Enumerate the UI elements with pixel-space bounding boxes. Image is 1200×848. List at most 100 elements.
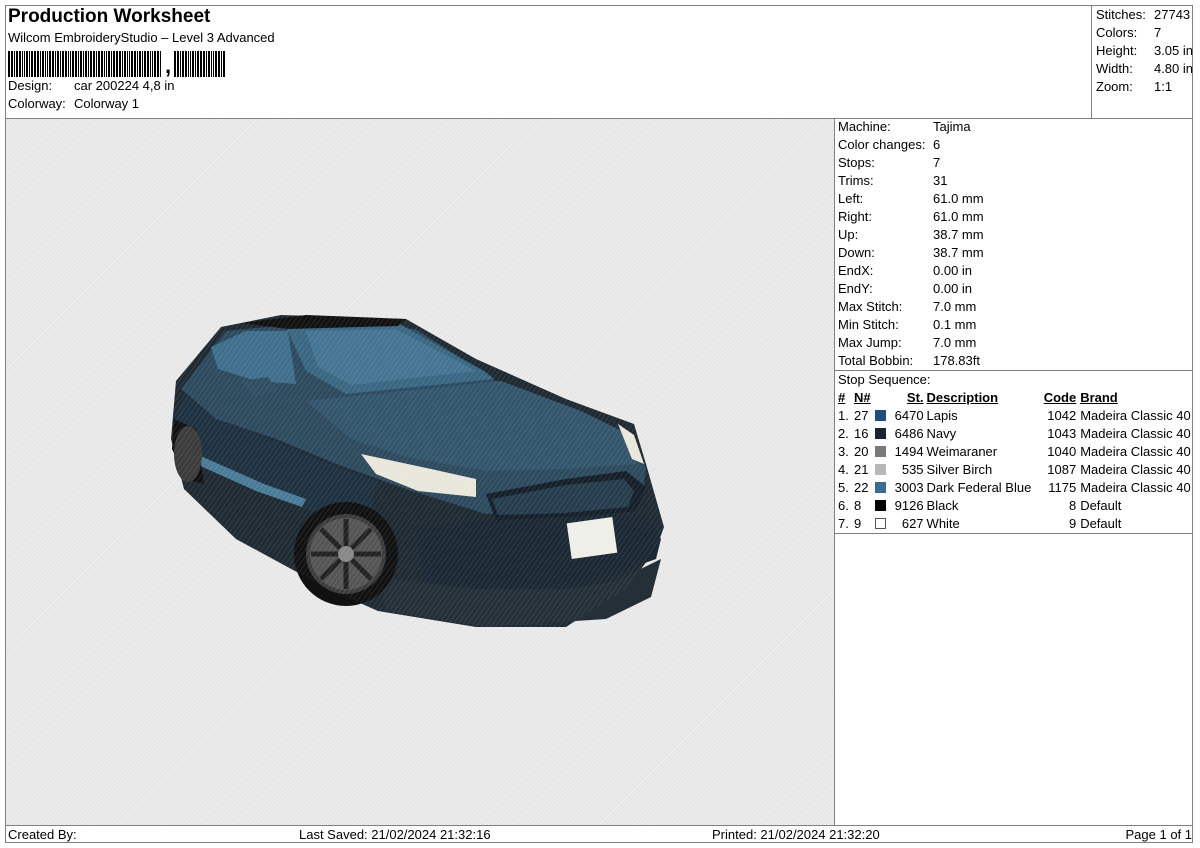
- barcode-bar: [160, 51, 161, 77]
- info-row: Down: 38.7 mm: [838, 244, 1188, 262]
- barcode-bar: [85, 51, 87, 77]
- col-header: Description: [926, 390, 999, 405]
- colorway-value: Colorway 1: [74, 96, 140, 111]
- info-label: Left:: [838, 191, 864, 206]
- panel-divider: [834, 119, 835, 825]
- barcode-bar: [147, 51, 149, 77]
- barcode-bar: [223, 51, 226, 77]
- thread-code: 9: [1068, 516, 1077, 531]
- stitch-count: 535: [901, 462, 924, 477]
- info-row: Min Stitch: 0.1 mm: [838, 316, 1188, 334]
- barcode-bar: [200, 51, 203, 77]
- barcode-bar: [211, 51, 213, 77]
- info-value: 61.0 mm: [933, 209, 984, 224]
- table-row: 1. 27 6470 Lapis 1042 Madeira Classic 40: [838, 407, 1192, 425]
- barcode-bar: [111, 51, 112, 77]
- thread-color-swatch: [875, 464, 887, 475]
- car-embroidery-image: [171, 315, 664, 627]
- info-value: 7.0 mm: [933, 299, 977, 314]
- stop-sequence-heading: Stop Sequence:: [838, 372, 931, 387]
- barcode-bar: [14, 51, 15, 77]
- barcode-bar: [106, 51, 107, 77]
- info-value: 0.00 in: [933, 281, 973, 296]
- barcode-bar: [142, 51, 143, 77]
- footer-divider: [5, 825, 1193, 826]
- info-row: Machine: Tajima: [838, 118, 1188, 136]
- barcode-bar: [139, 51, 141, 77]
- thread-brand: Default: [1080, 516, 1122, 531]
- barcode-bar: [122, 51, 123, 77]
- thread-code: 1043: [1047, 426, 1077, 441]
- info-row: EndX: 0.00 in: [838, 262, 1188, 280]
- info-value: 31: [933, 173, 948, 188]
- barcode-bar: [80, 51, 82, 77]
- thread-code: 1175: [1048, 480, 1077, 495]
- barcode-bar: [144, 51, 146, 77]
- barcode-bar: [218, 51, 221, 77]
- stitch-count: 1494: [894, 444, 924, 459]
- info-label: Color changes:: [838, 137, 926, 152]
- colorway-label: Colorway:: [8, 96, 66, 111]
- barcode-bar: [42, 51, 44, 77]
- color-swatch: [875, 443, 890, 461]
- info-label: Trims:: [838, 173, 874, 188]
- printed-date: Printed: 21/02/2024 21:32:20: [712, 827, 880, 842]
- info-row: Right: 61.0 mm: [838, 208, 1188, 226]
- barcode-bar: [152, 51, 153, 77]
- thread-brand: Madeira Classic 40: [1080, 444, 1191, 459]
- info-row: Stops: 7: [838, 154, 1188, 172]
- color-swatch: [875, 425, 890, 443]
- info-row: Max Jump: 7.0 mm: [838, 334, 1188, 352]
- info-value: 0.00 in: [933, 263, 973, 278]
- thread-color-swatch: [875, 500, 887, 511]
- page-number: Page 1 of 1: [1125, 827, 1193, 842]
- color-swatch: [875, 497, 890, 515]
- barcode-bar: [98, 51, 100, 77]
- col-header: #: [838, 390, 846, 405]
- barcode-bar: [11, 51, 13, 77]
- stitch-count: 6486: [894, 426, 924, 441]
- thread-description: Silver Birch: [926, 462, 993, 477]
- thread-description: White: [926, 516, 960, 531]
- summary-row: Stitches: 27743: [1096, 6, 1193, 24]
- summary-box: Stitches: 27743 Colors: 7 Height: 3.05 in W…: [1091, 5, 1193, 118]
- thread-brand: Madeira Classic 40: [1080, 480, 1191, 495]
- thread-description: Weimaraner: [926, 444, 998, 459]
- summary-value: 1:1: [1154, 79, 1173, 94]
- created-by: Created By:: [8, 827, 77, 842]
- info-row: Left: 61.0 mm: [838, 190, 1188, 208]
- barcode-bar: [137, 51, 138, 77]
- info-label: Total Bobbin:: [838, 353, 914, 368]
- needle-number: 16: [854, 426, 869, 441]
- thread-description: Navy: [926, 426, 957, 441]
- barcode-bar: [88, 51, 89, 77]
- barcode-bar: [52, 51, 54, 77]
- barcode-bar: [83, 51, 84, 77]
- row-number: 7.: [838, 516, 849, 531]
- needle-number: 21: [854, 462, 869, 477]
- summary-value: 4.80 in: [1153, 61, 1194, 76]
- barcode-bar: [174, 51, 177, 77]
- info-label: Down:: [838, 245, 875, 260]
- barcode-bar: [190, 51, 192, 77]
- info-value: Tajima: [933, 119, 971, 134]
- info-label: EndY:: [838, 281, 873, 296]
- info-label: Min Stitch:: [838, 317, 899, 332]
- needle-number: 27: [854, 408, 869, 423]
- barcode-bar: [93, 51, 95, 77]
- barcode-bar: [47, 51, 48, 77]
- barcode-bar: [182, 51, 185, 77]
- design-value: car 200224 4,8 in: [74, 78, 175, 93]
- barcode-bar: [192, 51, 195, 77]
- needle-number: 9: [854, 516, 862, 531]
- row-number: 4.: [838, 462, 849, 477]
- thread-brand: Madeira Classic 40: [1080, 408, 1191, 423]
- info-row: Trims: 31: [838, 172, 1188, 190]
- summary-value: 27743: [1154, 7, 1191, 22]
- sequence-end-divider: [835, 533, 1193, 534]
- thread-description: Lapis: [926, 408, 958, 423]
- table-row: 7. 9 627 White 9 Default: [838, 515, 1192, 533]
- summary-row: Colors: 7: [1096, 24, 1193, 42]
- info-label: Max Stitch:: [838, 299, 903, 314]
- barcode-bar: [208, 51, 211, 77]
